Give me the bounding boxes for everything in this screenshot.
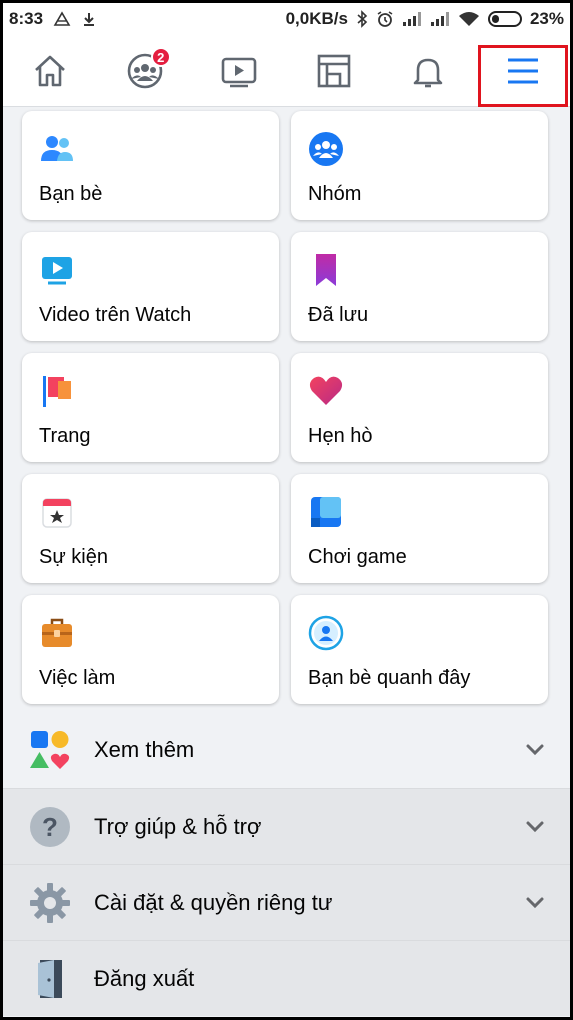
logout-door-icon bbox=[27, 956, 73, 1002]
download-icon bbox=[81, 11, 97, 27]
battery-icon bbox=[487, 11, 522, 27]
row-label: Cài đặt & quyền riêng tư bbox=[94, 889, 333, 915]
menu-list: Xem thêm ? Trợ giúp & hỗ trợ Cài đặt & q… bbox=[3, 712, 570, 1016]
svg-text:?: ? bbox=[42, 812, 58, 842]
gaming-icon bbox=[311, 497, 341, 527]
saved-bookmark-icon bbox=[316, 254, 336, 286]
shortcut-events[interactable]: Sự kiện bbox=[22, 474, 279, 583]
nav-marketplace[interactable] bbox=[287, 35, 382, 106]
shortcut-label: Bạn bè quanh đây bbox=[308, 667, 471, 689]
row-logout[interactable]: Đăng xuất bbox=[3, 940, 570, 1016]
shortcut-label: Nhóm bbox=[308, 183, 362, 205]
pages-flag-icon bbox=[43, 376, 71, 407]
row-label: Trợ giúp & hỗ trợ bbox=[94, 813, 262, 839]
signal-icon-2 bbox=[430, 11, 450, 27]
marketplace-icon bbox=[317, 54, 351, 87]
nav-watch[interactable] bbox=[192, 35, 287, 106]
shortcut-jobs[interactable]: Việc làm bbox=[22, 595, 279, 704]
chevron-down-icon bbox=[524, 816, 546, 838]
chevron-down-icon bbox=[524, 739, 546, 761]
signal-icon-1 bbox=[402, 11, 422, 27]
shortcut-label: Việc làm bbox=[39, 667, 116, 689]
shortcut-groups[interactable]: Nhóm bbox=[291, 111, 548, 220]
nav-notifications[interactable] bbox=[381, 35, 476, 106]
status-bar: 8:33 0,0KB/s 23% bbox=[3, 3, 570, 35]
menu-highlight-box bbox=[478, 45, 568, 107]
shortcut-label: Hẹn hò bbox=[308, 425, 373, 447]
app-notification-icon bbox=[53, 11, 71, 27]
shortcut-label: Chơi game bbox=[308, 546, 407, 568]
watch-icon bbox=[221, 57, 257, 87]
nav-home[interactable] bbox=[3, 35, 98, 106]
wifi-icon bbox=[458, 11, 480, 27]
shortcut-watch[interactable]: Video trên Watch bbox=[22, 232, 279, 341]
shortcut-label: Trang bbox=[39, 425, 91, 447]
top-nav: 2 bbox=[3, 35, 570, 107]
row-label: Xem thêm bbox=[94, 737, 195, 762]
shortcut-nearby-friends[interactable]: Bạn bè quanh đây bbox=[291, 595, 548, 704]
battery-percent: 23% bbox=[529, 9, 564, 28]
shortcut-saved[interactable]: Đã lưu bbox=[291, 232, 548, 341]
network-speed: 0,0KB/s bbox=[285, 9, 348, 28]
row-see-more[interactable]: Xem thêm bbox=[3, 712, 570, 788]
shortcut-grid: Bạn bè Nhóm Video trên Watch Đã lưu Tran… bbox=[3, 107, 570, 704]
chevron-down-icon bbox=[524, 892, 546, 914]
help-icon: ? bbox=[27, 804, 73, 850]
row-settings-privacy[interactable]: Cài đặt & quyền riêng tư bbox=[3, 864, 570, 940]
nearby-friends-icon bbox=[308, 615, 344, 651]
events-calendar-icon bbox=[42, 498, 72, 528]
groups-icon bbox=[309, 132, 343, 166]
watch-video-icon bbox=[42, 257, 72, 285]
see-more-icon bbox=[27, 727, 73, 773]
screen: 8:33 0,0KB/s 23% 2 Bạn bè Nhóm Video trê… bbox=[3, 3, 570, 1017]
shortcut-label: Bạn bè bbox=[39, 183, 103, 205]
shortcut-friends[interactable]: Bạn bè bbox=[22, 111, 279, 220]
row-help-support[interactable]: ? Trợ giúp & hỗ trợ bbox=[3, 788, 570, 864]
alarm-icon bbox=[376, 10, 394, 28]
nav-groups[interactable]: 2 bbox=[98, 35, 193, 106]
dating-heart-icon bbox=[309, 376, 343, 405]
home-icon bbox=[35, 55, 66, 86]
shortcut-dating[interactable]: Hẹn hò bbox=[291, 353, 548, 462]
shortcut-label: Sự kiện bbox=[39, 546, 108, 568]
jobs-briefcase-icon bbox=[42, 618, 72, 647]
shortcut-label: Video trên Watch bbox=[39, 304, 192, 326]
row-label: Đăng xuất bbox=[94, 965, 195, 991]
notification-badge: 2 bbox=[150, 47, 171, 67]
status-time: 8:33 bbox=[9, 9, 44, 28]
shortcut-gaming[interactable]: Chơi game bbox=[291, 474, 548, 583]
settings-gear-icon bbox=[27, 880, 73, 926]
shortcut-label: Đã lưu bbox=[308, 304, 369, 326]
shortcut-pages[interactable]: Trang bbox=[22, 353, 279, 462]
friends-icon bbox=[41, 136, 73, 161]
bell-icon bbox=[413, 58, 443, 87]
bluetooth-icon bbox=[356, 10, 368, 28]
